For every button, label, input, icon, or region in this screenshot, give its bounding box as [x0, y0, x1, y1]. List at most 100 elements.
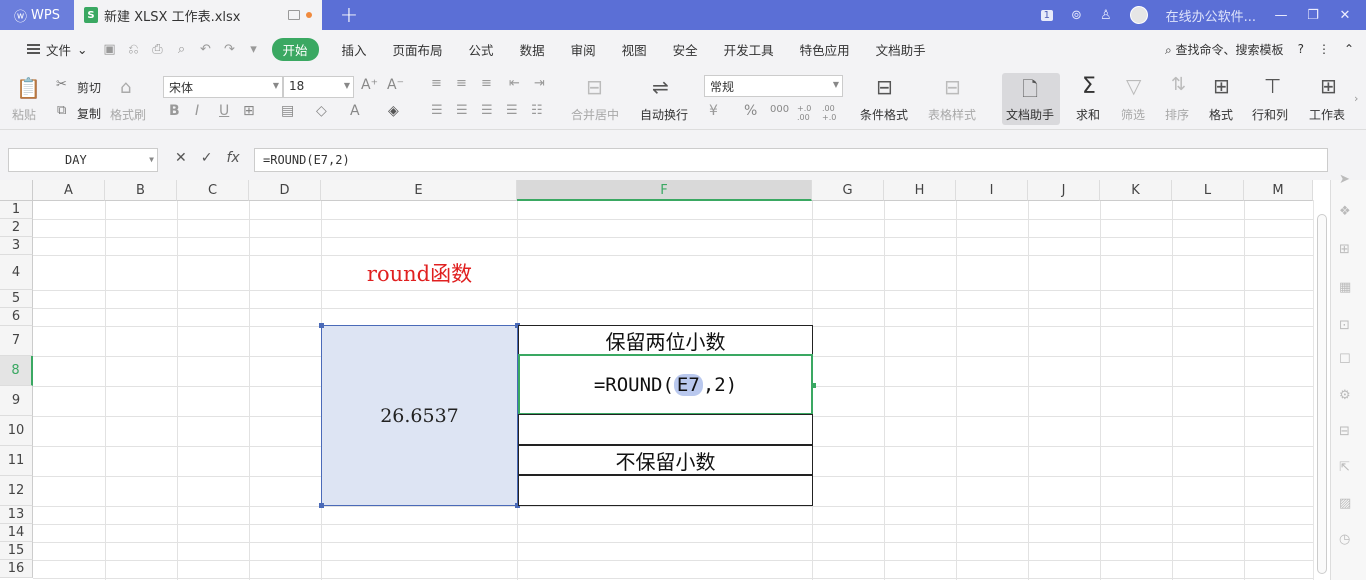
- ribbon-scroll-icon[interactable]: ›: [1354, 92, 1358, 105]
- bold-button[interactable]: B: [169, 103, 180, 119]
- decrease-decimal-button[interactable]: .00 +.0: [822, 104, 842, 122]
- select-all-corner[interactable]: [0, 180, 33, 201]
- maximize-icon[interactable]: ❐: [1306, 8, 1320, 23]
- save-icon[interactable]: ▣: [98, 42, 122, 57]
- table-icon[interactable]: ⊞: [1339, 242, 1350, 257]
- insert-function-icon[interactable]: fx: [226, 150, 239, 166]
- merge-center-button[interactable]: 合并居中: [571, 106, 619, 123]
- format-painter-button[interactable]: 格式刷: [110, 106, 146, 123]
- fill-handle[interactable]: [811, 383, 816, 388]
- increase-indent-icon[interactable]: ⇥: [534, 76, 545, 91]
- cell-f10[interactable]: [518, 414, 813, 445]
- align-center-icon[interactable]: ☰: [456, 103, 468, 118]
- shrink-font-button[interactable]: A⁻: [387, 77, 404, 93]
- formula-input[interactable]: =ROUND(E7,2): [254, 148, 1328, 172]
- font-color-icon[interactable]: A: [350, 103, 360, 119]
- tab-security[interactable]: 安全: [660, 40, 711, 59]
- archive-icon[interactable]: ⊟: [1339, 424, 1350, 439]
- grow-font-button[interactable]: A⁺: [361, 77, 378, 93]
- column-header-g[interactable]: G: [812, 180, 884, 201]
- sum-button[interactable]: 求和: [1076, 106, 1100, 123]
- conditional-format-button[interactable]: 条件格式: [860, 106, 908, 123]
- currency-icon[interactable]: ¥: [709, 103, 718, 119]
- skin-icon[interactable]: ♙: [1100, 8, 1112, 23]
- row-header-2[interactable]: 2: [0, 219, 33, 237]
- font-size-select[interactable]: 18 ▼: [283, 76, 354, 98]
- help-icon[interactable]: ?: [1298, 42, 1304, 56]
- column-header-i[interactable]: I: [956, 180, 1028, 201]
- percent-button[interactable]: %: [744, 103, 757, 119]
- column-header-m[interactable]: M: [1244, 180, 1313, 201]
- column-header-d[interactable]: D: [249, 180, 321, 201]
- row-header-11[interactable]: 11: [0, 446, 33, 476]
- filter-button[interactable]: 筛选: [1121, 106, 1145, 123]
- collapse-ribbon-icon[interactable]: ⌃: [1344, 42, 1354, 56]
- tab-data[interactable]: 数据: [507, 40, 558, 59]
- decrease-indent-icon[interactable]: ⇤: [509, 76, 520, 91]
- tab-start[interactable]: 开始: [271, 37, 319, 61]
- cut-button[interactable]: 剪切: [77, 79, 101, 96]
- wrap-text-button[interactable]: 自动换行: [640, 106, 688, 123]
- share-icon[interactable]: ⇱: [1339, 460, 1350, 475]
- more-icon[interactable]: ⋮: [1318, 42, 1330, 56]
- sync-icon[interactable]: ⊚: [1071, 8, 1082, 23]
- copy-button[interactable]: 复制: [77, 105, 101, 122]
- fill-pattern-icon[interactable]: ▤: [281, 103, 294, 119]
- row-header-14[interactable]: 14: [0, 524, 33, 542]
- print-preview-icon[interactable]: ⌕: [170, 42, 194, 57]
- sort-button[interactable]: 排序: [1165, 106, 1189, 123]
- row-header-12[interactable]: 12: [0, 476, 33, 506]
- new-tab-button[interactable]: +: [322, 0, 376, 30]
- column-header-b[interactable]: B: [105, 180, 177, 201]
- column-header-f[interactable]: F: [517, 180, 812, 201]
- tab-insert[interactable]: 插入: [329, 40, 380, 59]
- chart-icon[interactable]: ▦: [1339, 280, 1351, 295]
- style-icon[interactable]: ❖: [1339, 204, 1351, 219]
- row-header-13[interactable]: 13: [0, 506, 33, 524]
- row-header-8[interactable]: 8: [0, 356, 33, 386]
- align-left-icon[interactable]: ☰: [431, 103, 443, 118]
- print-icon[interactable]: ⎙: [146, 42, 170, 57]
- table-style-button[interactable]: 表格样式: [928, 106, 976, 123]
- formula-edit-text[interactable]: =ROUND(E7,2): [518, 354, 813, 415]
- column-header-a[interactable]: A: [33, 180, 105, 201]
- column-header-l[interactable]: L: [1172, 180, 1244, 201]
- format-button[interactable]: 格式: [1209, 106, 1233, 123]
- column-header-j[interactable]: J: [1028, 180, 1100, 201]
- redo-icon[interactable]: ↷: [218, 42, 242, 57]
- backup-icon[interactable]: ⊡: [1339, 318, 1350, 333]
- scrollbar-thumb[interactable]: [1317, 214, 1327, 574]
- border-icon[interactable]: ⊞: [243, 103, 255, 119]
- undo-icon[interactable]: ↶: [194, 42, 218, 57]
- eraser-icon[interactable]: ◈: [388, 103, 399, 119]
- column-header-h[interactable]: H: [884, 180, 956, 201]
- vertical-scrollbar[interactable]: [1313, 200, 1330, 580]
- increase-decimal-button[interactable]: +.0 .00: [797, 104, 817, 122]
- row-header-4[interactable]: 4: [0, 255, 33, 290]
- paste-icon[interactable]: 📋: [16, 76, 41, 100]
- tab-doc-assistant[interactable]: 文档助手: [863, 40, 939, 59]
- online-office-label[interactable]: 在线办公软件...: [1166, 6, 1256, 25]
- font-name-select[interactable]: 宋体 ▼: [163, 76, 283, 98]
- fill-color-icon[interactable]: ◇: [316, 103, 327, 119]
- thousands-button[interactable]: 000: [770, 104, 789, 115]
- row-header-1[interactable]: 1: [0, 201, 33, 219]
- cell-f12[interactable]: [518, 475, 813, 506]
- row-header-16[interactable]: 16: [0, 560, 33, 578]
- paste-button[interactable]: 粘贴: [12, 106, 36, 123]
- worksheet-button[interactable]: 工作表: [1309, 106, 1345, 123]
- cancel-icon[interactable]: ✕: [175, 150, 187, 166]
- row-header-6[interactable]: 6: [0, 308, 33, 326]
- distribute-icon[interactable]: ☷: [531, 103, 543, 118]
- row-header-10[interactable]: 10: [0, 416, 33, 446]
- column-header-c[interactable]: C: [177, 180, 249, 201]
- wps-home-tab[interactable]: ⓦ WPS: [0, 0, 74, 30]
- pointer-icon[interactable]: ➤: [1339, 172, 1350, 187]
- name-box[interactable]: DAY ▼: [8, 148, 158, 172]
- tab-formulas[interactable]: 公式: [456, 40, 507, 59]
- row-header-15[interactable]: 15: [0, 542, 33, 560]
- align-bottom-icon[interactable]: ≡: [481, 76, 492, 91]
- row-header-9[interactable]: 9: [0, 386, 33, 416]
- cell-e4[interactable]: round函数: [321, 255, 518, 290]
- tab-special[interactable]: 特色应用: [787, 40, 863, 59]
